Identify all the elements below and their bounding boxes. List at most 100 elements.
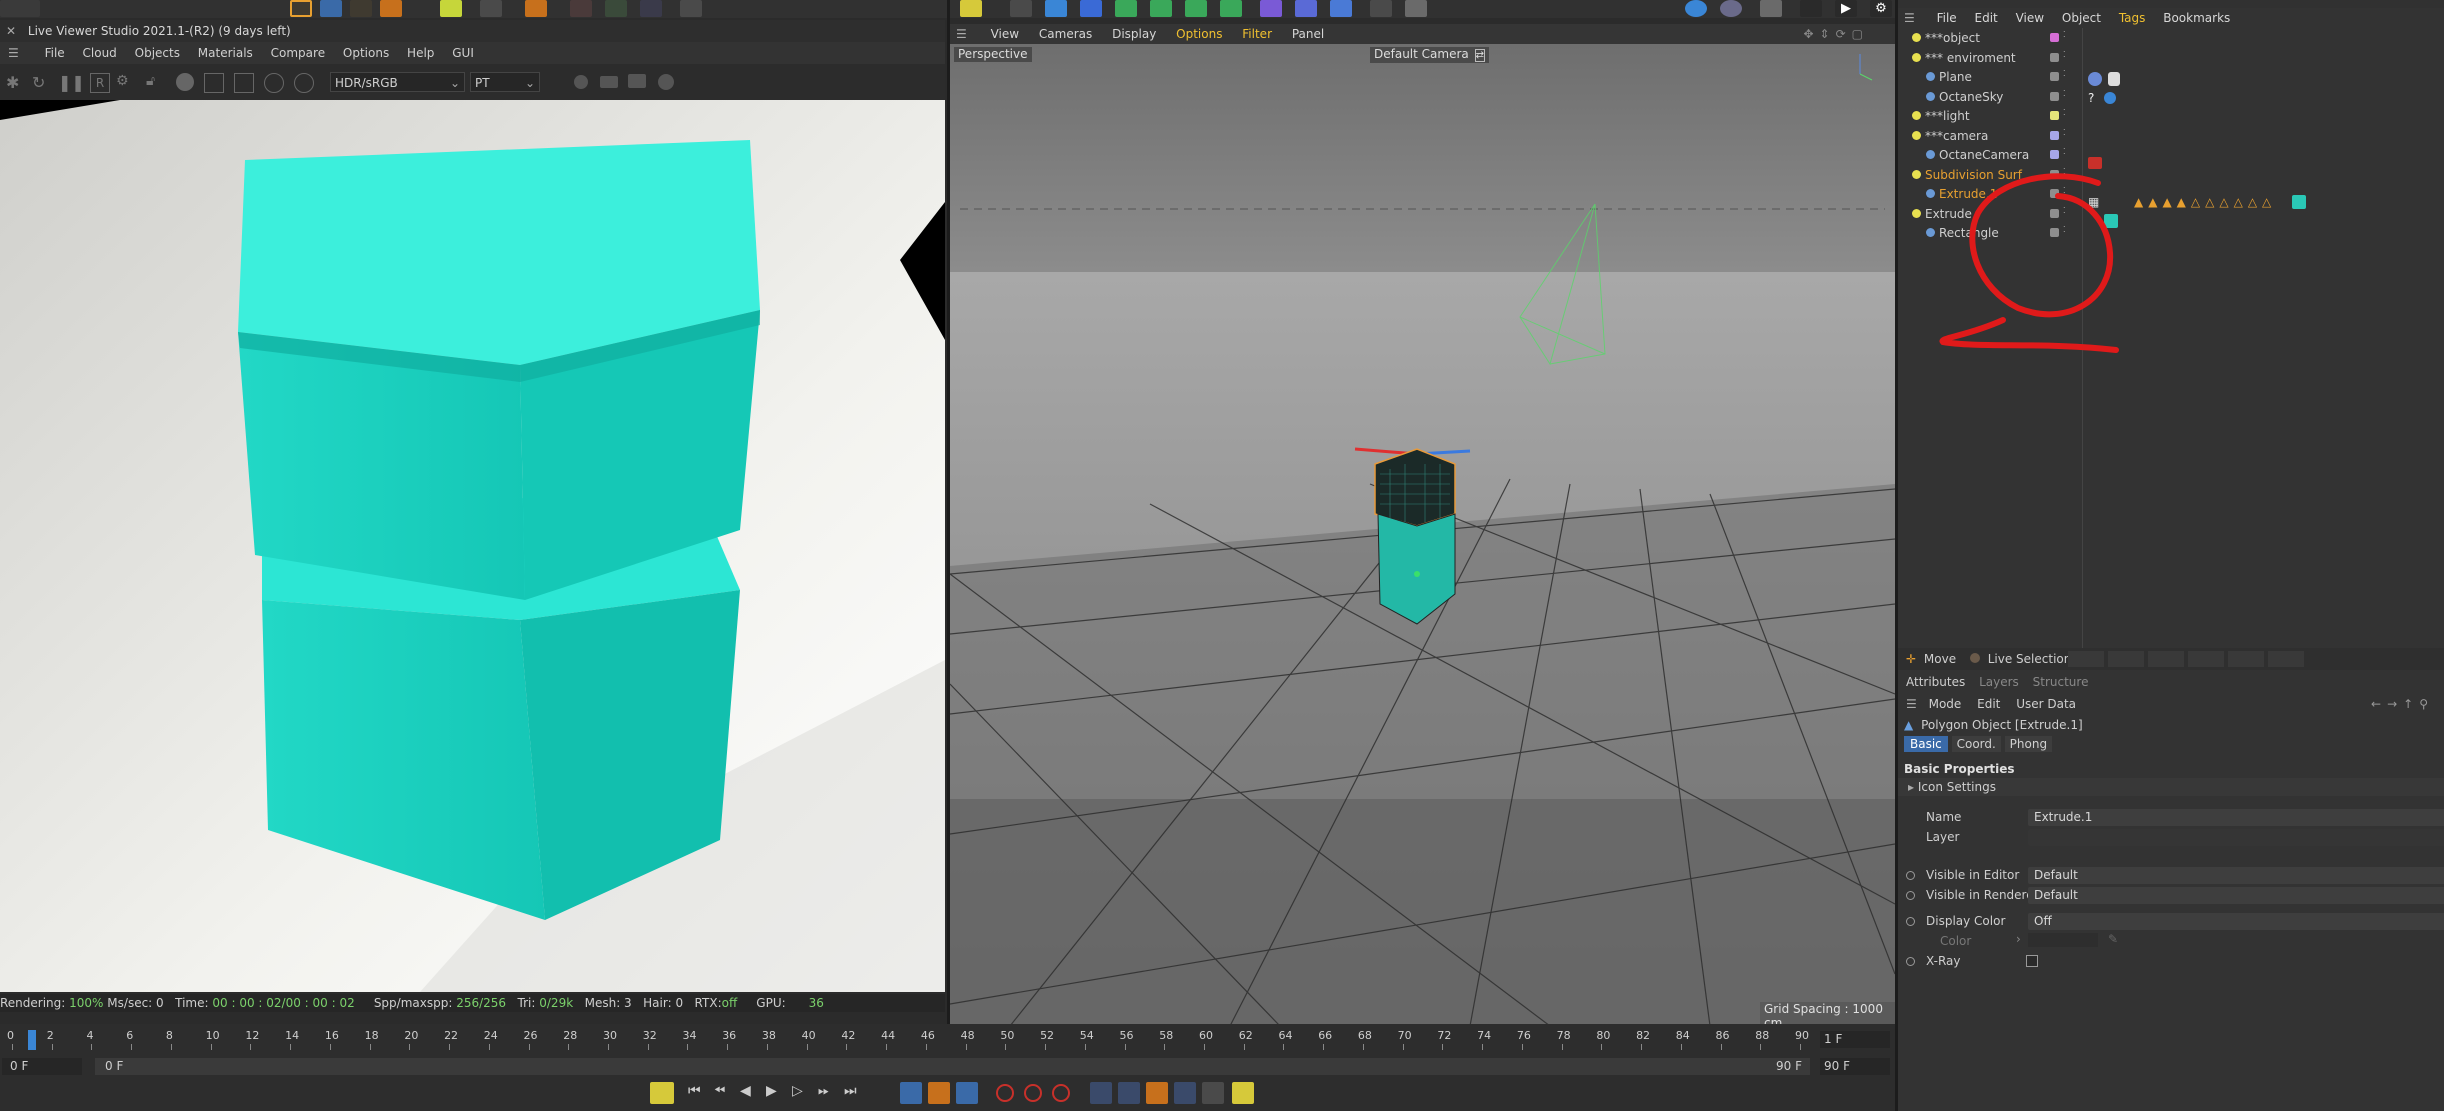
viewer-menu-gui[interactable]: GUI xyxy=(452,46,474,60)
object-row[interactable]: ***light ⁚ xyxy=(1898,106,2444,126)
window-icon[interactable] xyxy=(1800,0,1822,17)
visibility-dots-icon[interactable]: ⁚ xyxy=(2063,109,2067,123)
xray-anim-radio[interactable] xyxy=(1906,957,1915,966)
om-menu-view[interactable]: View xyxy=(2016,11,2044,25)
layer-color-swatch[interactable] xyxy=(2050,33,2059,42)
attr-menu-user-data[interactable]: User Data xyxy=(2016,697,2076,711)
render-view-icon[interactable] xyxy=(960,0,982,17)
previous-frame-icon[interactable]: ◀ xyxy=(740,1083,751,1099)
refresh-icon[interactable]: ↻ xyxy=(32,73,50,92)
next-frame-icon[interactable]: ▷ xyxy=(792,1083,803,1099)
object-row[interactable]: OctaneCamera ⁚ xyxy=(1898,145,2444,165)
color-swatch[interactable] xyxy=(2028,933,2098,947)
record-icon[interactable] xyxy=(996,1084,1014,1102)
om-menu-object[interactable]: Object xyxy=(2062,11,2101,25)
octane-object-tag-icon[interactable] xyxy=(2108,72,2120,86)
field-icon[interactable] xyxy=(1260,0,1282,17)
viewport-menu-filter[interactable]: Filter xyxy=(1242,27,1272,41)
cloner-icon[interactable] xyxy=(1185,0,1207,17)
mode-slot[interactable] xyxy=(2228,651,2264,667)
viewport-camera-label[interactable]: Default Camera ⇄ xyxy=(1370,47,1489,63)
coordinate-system-icon[interactable] xyxy=(680,0,702,17)
rotate-tool-icon[interactable] xyxy=(350,0,372,17)
material-swatch-tag-icon[interactable] xyxy=(2292,195,2306,209)
vis-editor-select[interactable]: Default xyxy=(2028,867,2444,884)
start-frame-field[interactable]: 0 F xyxy=(2,1058,82,1075)
color-wheel-icon[interactable] xyxy=(658,74,674,90)
viewport-menu-display[interactable]: Display xyxy=(1112,27,1156,41)
play-icon[interactable]: ▶ xyxy=(1835,0,1857,17)
visibility-dots-icon[interactable]: ⁚ xyxy=(2063,31,2067,45)
settings-gear-icon[interactable]: ⚙ xyxy=(1870,0,1892,17)
live-selection-icon[interactable] xyxy=(1969,653,1980,663)
keyframe-selection-icon[interactable] xyxy=(1052,1084,1070,1102)
scale-key-icon[interactable] xyxy=(1146,1082,1168,1104)
tab-attributes[interactable]: Attributes xyxy=(1906,675,1965,689)
previous-key-icon[interactable]: ⏪︎ xyxy=(714,1083,725,1099)
region-render-icon[interactable]: R xyxy=(90,73,110,93)
subtab-phong[interactable]: Phong xyxy=(2004,736,2053,752)
viewer-menu-help[interactable]: Help xyxy=(407,46,434,60)
material-tag-icon[interactable] xyxy=(2088,72,2102,86)
layer-color-swatch[interactable] xyxy=(2050,130,2059,140)
viewport-menu-view[interactable]: View xyxy=(991,27,1019,41)
name-field[interactable]: Extrude.1 xyxy=(2028,809,2444,826)
generator-icon[interactable] xyxy=(1150,0,1172,17)
object-name[interactable]: OctaneSky xyxy=(1939,87,2003,107)
attr-menu-mode[interactable]: Mode xyxy=(1929,697,1962,711)
display-color-anim-radio[interactable] xyxy=(1906,917,1915,926)
film-icon[interactable] xyxy=(600,76,618,88)
lock-y-icon[interactable] xyxy=(605,0,627,17)
object-name[interactable]: ***camera xyxy=(1925,126,1988,146)
vis-render-anim-radio[interactable] xyxy=(1906,891,1915,900)
autokey-icon[interactable] xyxy=(1024,1084,1042,1102)
app-menu-button[interactable] xyxy=(0,0,40,17)
mode-slot[interactable] xyxy=(2108,651,2144,667)
object-name[interactable]: OctaneCamera xyxy=(1939,145,2029,165)
layer-color-swatch[interactable] xyxy=(2050,52,2059,62)
attr-menu-edit[interactable]: Edit xyxy=(1977,697,2000,711)
object-row[interactable]: ***object ⁚ xyxy=(1898,28,2444,48)
viewport-menu-panel[interactable]: Panel xyxy=(1292,27,1324,41)
next-key-icon[interactable]: ⏩︎ xyxy=(818,1083,829,1099)
deformer-icon[interactable] xyxy=(1220,0,1242,17)
scale-tool-icon[interactable] xyxy=(380,0,402,17)
selection-tags[interactable]: ▲▲▲▲△△△△△△ xyxy=(2134,195,2276,209)
camera-icon[interactable] xyxy=(1370,0,1392,17)
viewer-menu-cloud[interactable]: Cloud xyxy=(83,46,117,60)
preview-range-slider[interactable]: 0 F 90 F xyxy=(95,1058,1810,1075)
move-mode-button[interactable]: Move xyxy=(1924,652,1956,666)
editor-viewport[interactable]: Perspective Default Camera ⇄ Grid Spacin… xyxy=(950,44,1895,1026)
mode-slot[interactable] xyxy=(2068,651,2104,667)
filter-icon[interactable] xyxy=(264,73,284,93)
motion-icon[interactable] xyxy=(956,1082,978,1104)
xray-checkbox[interactable] xyxy=(2026,955,2038,967)
viewer-menu-options[interactable]: Options xyxy=(343,46,389,60)
layer-field[interactable] xyxy=(2028,829,2444,846)
live-selection-button[interactable]: Live Selection xyxy=(1988,652,2072,666)
channel-icon[interactable] xyxy=(574,75,588,89)
go-to-start-icon[interactable]: ⏮ xyxy=(688,1083,701,1099)
kernel-select[interactable]: PT ⌄ xyxy=(470,72,540,92)
live-viewer-icon[interactable] xyxy=(1760,0,1782,17)
axis-tool-icon[interactable] xyxy=(525,0,547,17)
help-tag-icon[interactable]: ? xyxy=(2088,91,2094,105)
object-row[interactable]: ***camera ⁚ xyxy=(1898,126,2444,146)
focus-pick-icon[interactable] xyxy=(204,73,224,93)
viewer-menu-compare[interactable]: Compare xyxy=(271,46,325,60)
om-menu-file[interactable]: File xyxy=(1937,11,1957,25)
object-row[interactable]: *** enviroment ⁚ xyxy=(1898,48,2444,68)
key-mode-icon[interactable] xyxy=(928,1082,950,1104)
y-axis-handle[interactable] xyxy=(1414,571,1420,577)
material-pick-icon[interactable] xyxy=(234,73,254,93)
layer-color-swatch[interactable] xyxy=(2050,111,2059,120)
viewer-menu-file[interactable]: File xyxy=(45,46,65,60)
object-name[interactable]: Plane xyxy=(1939,67,1972,87)
viewport-nav-icons[interactable]: ✥⇕⟳▢ xyxy=(1803,24,1869,44)
end-frame-field[interactable]: 90 F xyxy=(1820,1058,1890,1075)
gear-icon[interactable]: ✱ xyxy=(6,73,24,92)
menu-hamburger-icon[interactable]: ☰ xyxy=(1906,697,1917,711)
viewport-projection-label[interactable]: Perspective xyxy=(954,47,1032,62)
sphere-icon[interactable] xyxy=(176,73,194,91)
display-color-select[interactable]: Off xyxy=(2028,913,2444,930)
